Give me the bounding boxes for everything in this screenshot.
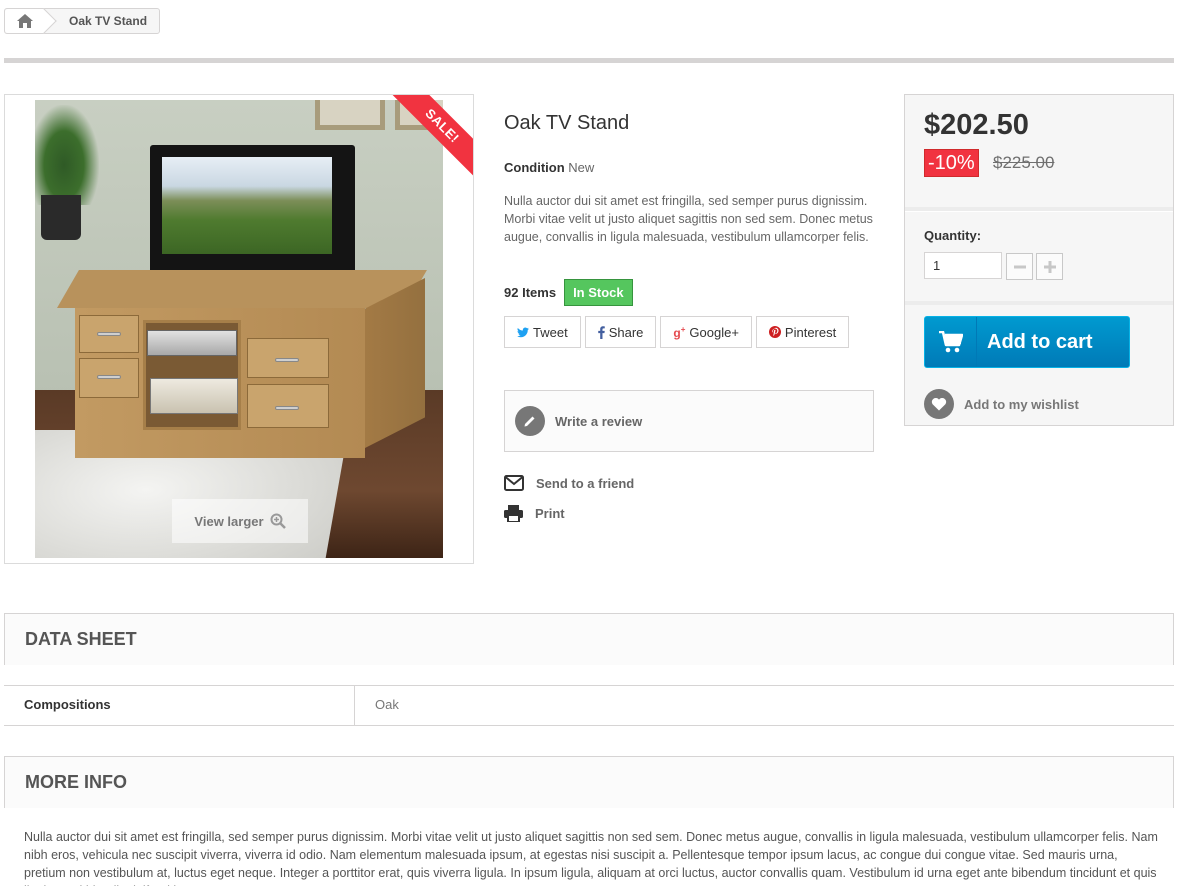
quantity-input[interactable]: 1 <box>924 252 1002 279</box>
pinterest-label: Pinterest <box>784 324 837 340</box>
send-to-friend-link[interactable]: Send to a friend <box>504 475 634 491</box>
google-plus-button[interactable]: g+ Google+ <box>660 316 752 348</box>
quantity-increase-button[interactable] <box>1036 253 1063 280</box>
product-image-container[interactable]: SALE! View larger <box>4 94 474 564</box>
write-review-label: Write a review <box>555 413 643 429</box>
share-label: Share <box>608 324 644 340</box>
breadcrumb-home-link[interactable] <box>5 9 45 33</box>
stock-info: 92 Items In Stock <box>504 279 633 306</box>
social-sharing: Tweet Share g+ Google+ Pinterest <box>504 316 850 348</box>
add-to-cart-label: Add to cart <box>987 330 1093 353</box>
data-sheet-heading: DATA SHEET <box>4 613 1174 665</box>
write-review-button[interactable]: Write a review <box>504 390 874 452</box>
heart-icon <box>924 389 954 419</box>
tweet-button[interactable]: Tweet <box>504 316 581 348</box>
google-plus-label: Google+ <box>689 324 739 340</box>
printer-icon <box>504 505 523 522</box>
product-price: $202.50 <box>924 109 1029 141</box>
table-row: Compositions Oak <box>4 685 1174 726</box>
minus-icon <box>1013 265 1026 268</box>
google-plus-icon: g+ <box>673 324 686 340</box>
quantity-decrease-button[interactable] <box>1006 253 1033 280</box>
product-title: Oak TV Stand <box>504 112 630 134</box>
add-to-wishlist-link[interactable]: Add to my wishlist <box>924 389 1079 419</box>
pinterest-button[interactable]: Pinterest <box>755 316 850 348</box>
more-info-heading: MORE INFO <box>4 756 1174 808</box>
add-to-wishlist-label: Add to my wishlist <box>964 396 1079 412</box>
data-sheet-key: Compositions <box>4 686 355 725</box>
add-to-cart-button[interactable]: Add to cart <box>924 316 1130 368</box>
pinterest-icon <box>768 326 781 338</box>
divider <box>905 301 1173 305</box>
print-label: Print <box>535 506 565 521</box>
availability-badge: In Stock <box>564 279 633 306</box>
short-description: Nulla auctor dui sit amet est fringilla,… <box>504 194 873 244</box>
quantity-label: Quantity: <box>924 228 982 243</box>
divider <box>4 58 1174 63</box>
breadcrumb: Oak TV Stand <box>4 8 161 34</box>
product-condition: Condition New <box>504 160 594 175</box>
stock-quantity: 92 Items <box>504 285 557 300</box>
twitter-icon <box>517 326 529 337</box>
view-larger-label: View larger <box>194 513 264 529</box>
share-button[interactable]: Share <box>584 316 657 348</box>
cart-icon <box>925 317 977 367</box>
divider <box>905 207 1173 211</box>
old-price: $225.00 <box>993 153 1055 172</box>
condition-value: New <box>568 160 595 175</box>
pencil-icon <box>515 406 545 436</box>
zoom-icon <box>270 513 286 529</box>
send-to-friend-label: Send to a friend <box>536 475 635 491</box>
envelope-icon <box>504 475 524 491</box>
more-info-text: Nulla auctor dui sit amet est fringilla,… <box>24 830 1158 886</box>
breadcrumb-current: Oak TV Stand <box>69 14 148 28</box>
data-sheet-value: Oak <box>375 697 399 712</box>
home-icon <box>17 14 33 28</box>
print-link[interactable]: Print <box>504 505 565 522</box>
buy-box: $202.50 -10% $225.00 Quantity: 1 Add to … <box>904 94 1174 426</box>
tweet-label: Tweet <box>533 324 568 340</box>
product-image[interactable] <box>35 100 443 558</box>
facebook-icon <box>597 325 605 339</box>
view-larger-button[interactable]: View larger <box>172 499 308 543</box>
plus-icon <box>1043 260 1056 273</box>
discount-badge: -10% <box>924 149 979 177</box>
condition-label: Condition <box>504 160 565 175</box>
